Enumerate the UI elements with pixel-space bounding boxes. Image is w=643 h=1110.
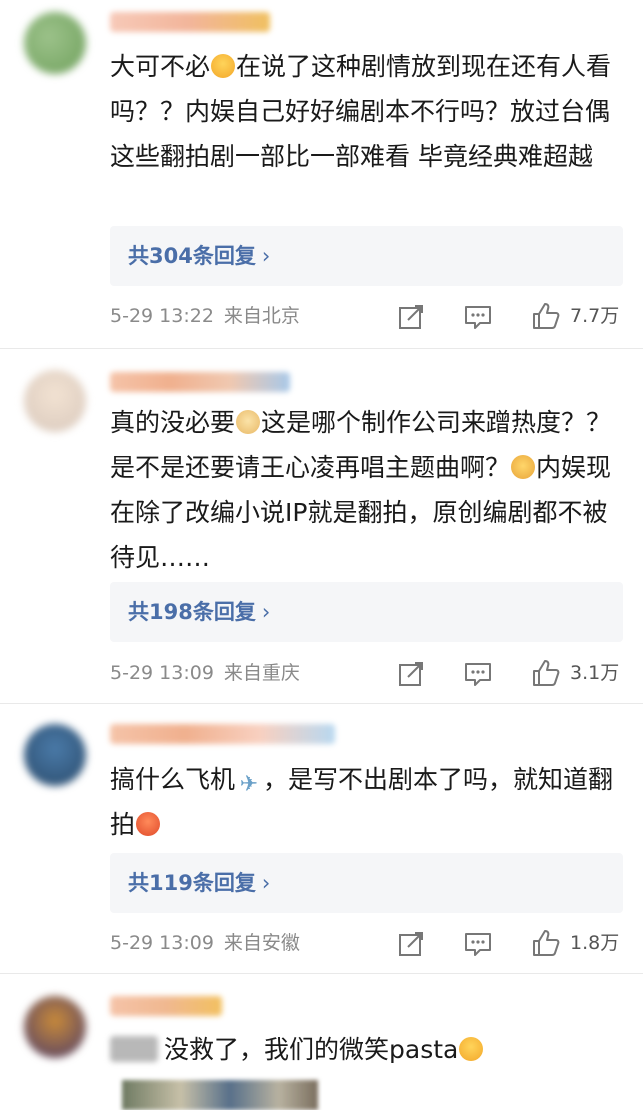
comment-icon[interactable] [463, 302, 493, 332]
replies-count: 共304条回复 [128, 244, 256, 268]
avatar[interactable] [24, 996, 86, 1058]
comment-icon[interactable] [463, 659, 493, 689]
image-thumbnail[interactable] [122, 1080, 318, 1110]
username-blurred[interactable] [110, 372, 290, 392]
comment-meta: 5-29 13:09 来自重庆 [110, 659, 300, 687]
replies-expander[interactable]: 共119条回复 › [110, 853, 623, 913]
location: 来自北京 [223, 305, 300, 327]
angry-face-icon [136, 812, 161, 836]
cat-face-icon [511, 455, 536, 479]
like-icon[interactable] [531, 301, 561, 331]
username-blurred[interactable] [110, 724, 335, 744]
divider [0, 703, 643, 704]
username-blurred[interactable] [110, 12, 270, 32]
chevron-right-icon: › [261, 871, 271, 895]
comment-meta: 5-29 13:22 来自北京 [110, 302, 300, 330]
username-blurred[interactable] [110, 996, 222, 1016]
divider [0, 973, 643, 974]
share-icon[interactable] [396, 929, 426, 959]
replies-expander[interactable]: 共304条回复 › [110, 226, 623, 286]
comment-text: 大可不必 在说了这种剧情放到现在还有人看吗？？内娱自己好好编剧本不行吗？放过台偶 … [110, 52, 612, 171]
doge-face-icon [236, 410, 261, 434]
like-icon[interactable] [531, 928, 561, 958]
avatar[interactable] [24, 370, 86, 432]
comment-text: 真的没必要 这是哪个制作公司来蹭热度？？是不是还要请王心凌再唱主题曲啊？ 内娱现在除… [110, 408, 612, 572]
avatar[interactable] [24, 12, 86, 74]
chevron-right-icon: › [261, 244, 271, 268]
replies-count: 共198条回复 [128, 600, 256, 624]
reply-mention-blurred[interactable] [110, 1036, 158, 1062]
comment-text: 搞什么飞机 ✈ ，是写不出剧本了吗，就知道翻拍 [110, 765, 614, 839]
location: 来自安徽 [223, 932, 300, 954]
airplane-icon: ✈ [239, 772, 259, 797]
like-count: 1.8万 [570, 932, 620, 954]
avatar[interactable] [24, 724, 86, 786]
comment-meta: 5-29 13:09 来自安徽 [110, 929, 300, 957]
share-icon[interactable] [396, 302, 426, 332]
crying-face-icon [459, 1037, 484, 1061]
replies-expander[interactable]: 共198条回复 › [110, 582, 623, 642]
timestamp: 5-29 13:09 [110, 662, 214, 684]
timestamp: 5-29 13:22 [110, 305, 214, 327]
like-count: 7.7万 [570, 305, 620, 327]
share-icon[interactable] [396, 659, 426, 689]
timestamp: 5-29 13:09 [110, 932, 214, 954]
chevron-right-icon: › [261, 600, 271, 624]
replies-count: 共119条回复 [128, 871, 256, 895]
comment-text: 没救了，我们的微笑pasta [164, 1027, 624, 1072]
like-count: 3.1万 [570, 662, 620, 684]
comment-icon[interactable] [463, 929, 493, 959]
crying-face-icon [211, 54, 236, 78]
location: 来自重庆 [223, 662, 300, 684]
like-icon[interactable] [531, 658, 561, 688]
divider [0, 348, 643, 349]
